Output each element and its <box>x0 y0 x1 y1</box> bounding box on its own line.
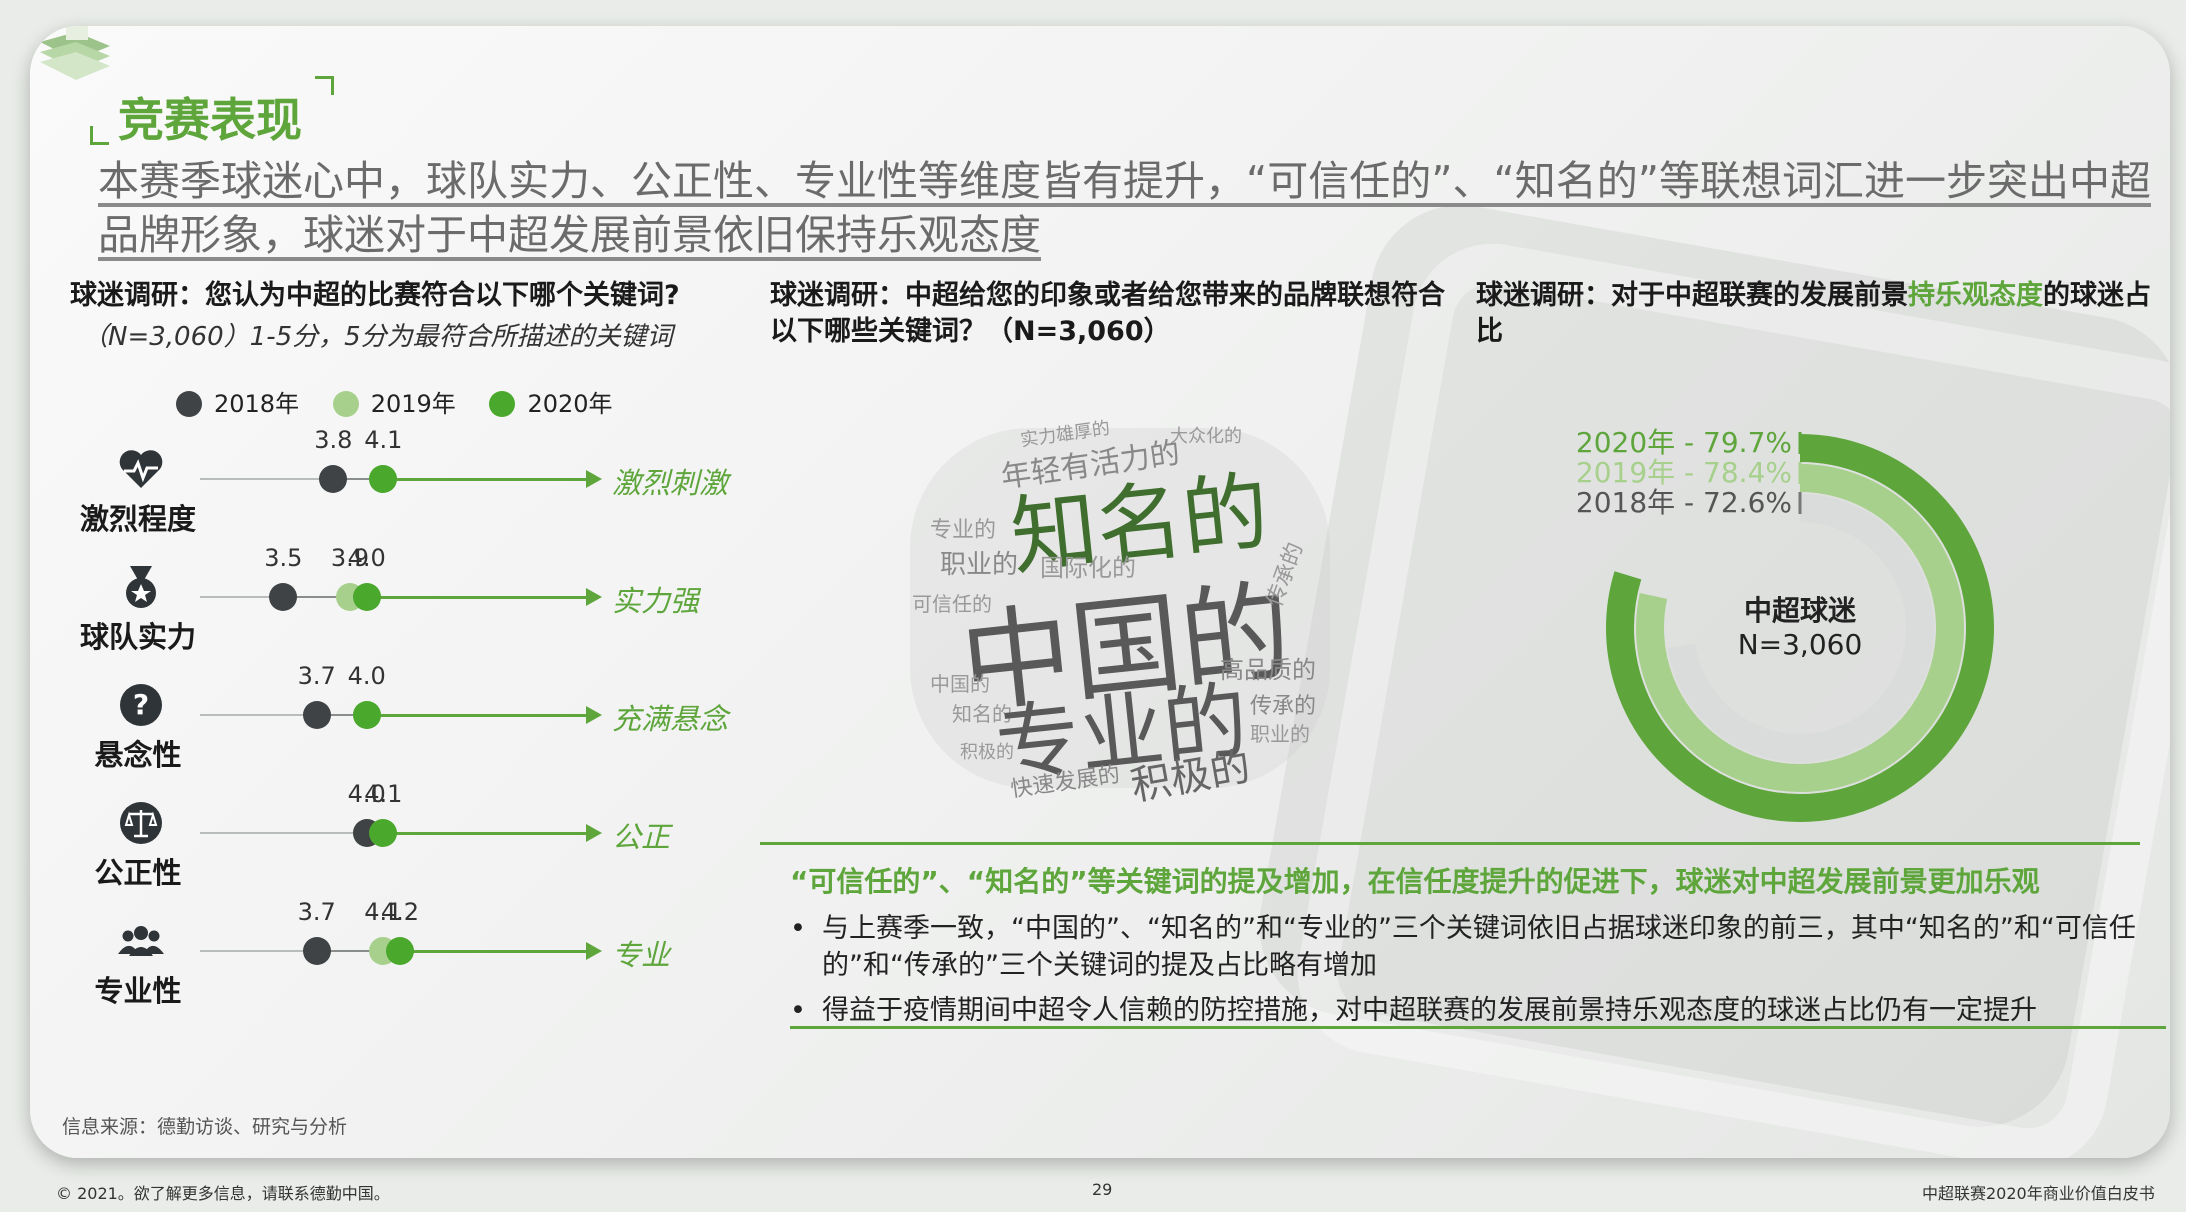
dot-2018 <box>269 583 298 611</box>
row-label: 球队实力 <box>79 620 196 654</box>
legend: 2018年 2019年 2020年 <box>176 384 639 419</box>
divider-top <box>760 842 2140 845</box>
axis-line <box>200 714 317 716</box>
word-small: 中国的 <box>930 672 990 696</box>
arrow-head-icon <box>586 706 602 724</box>
book-stack-icon <box>40 26 110 80</box>
word-small: 专业的 <box>930 518 997 543</box>
dot-2020 <box>386 937 414 965</box>
value-label: 3.8 <box>314 426 353 454</box>
arrow-head-icon <box>586 824 602 842</box>
dot-2020 <box>352 701 381 729</box>
ring-label-2019: 2019年 - 78.4% <box>1576 456 1792 489</box>
ring-center-title: 中超球迷 <box>1744 594 1857 627</box>
row-label: 公正性 <box>94 856 182 890</box>
summary-box: “可信任的”、“知名的”等关键词的提及增加，在信任度提升的促进下，球迷对中超发展… <box>790 860 2150 1029</box>
left-question-sub: （N=3,060）1-5分，5分为最符合所描述的关键词 <box>82 322 673 352</box>
arrow-line <box>383 831 586 835</box>
title-bracket-top <box>315 76 334 95</box>
dot-2018 <box>302 701 331 729</box>
value-label: 4.1 <box>364 780 403 808</box>
dot-2020 <box>352 583 381 611</box>
value-label: 4.0 <box>347 662 386 690</box>
value-label: 3.5 <box>264 544 303 572</box>
legend-item-2019: 2019年 <box>332 390 456 418</box>
value-label: 4.2 <box>380 898 420 926</box>
footer-copyright: © 2021。欲了解更多信息，请联系德勤中国。 <box>56 1184 390 1203</box>
source-note: 信息来源：德勤访谈、研究与分析 <box>62 1116 348 1138</box>
arrow-head-icon <box>586 588 602 606</box>
bullet-1: • 与上赛季一致，“中国的”、“知名的”和“专业的”三个关键词依旧占据球迷印象的前… <box>790 910 2150 984</box>
svg-text:?: ? <box>133 688 149 721</box>
bullet-1-text: 与上赛季一致，“中国的”、“知名的”和“专业的”三个关键词依旧占据球迷印象的前三… <box>822 913 2136 981</box>
right-question-highlight: 持乐观态度 <box>1908 280 2043 311</box>
row-description: 专业 <box>612 938 671 972</box>
arrow-head-icon <box>586 942 602 960</box>
arrow-line <box>400 949 586 953</box>
middle-question: 球迷调研：中超给您的印象或者给您带来的品牌联想符合以下哪些关键词？（N=3,06… <box>770 280 1445 347</box>
heartbeat-icon <box>116 444 166 494</box>
arrow-line <box>366 713 586 717</box>
value-label: 3.7 <box>297 662 336 690</box>
footer-doc-title: 中超联赛2020年商业价值白皮书 <box>1922 1184 2155 1203</box>
value-label: 3.7 <box>297 898 336 926</box>
medal-icon <box>116 562 166 612</box>
right-question-text: 球迷调研：对于中超联赛的发展前景 <box>1476 280 1908 311</box>
row-description: 充满悬念 <box>612 702 729 736</box>
footer-page-number: 29 <box>1092 1180 1113 1199</box>
word-medium: 传承的 <box>1250 694 1317 719</box>
bullet-2-text: 得益于疫情期间中超令人信赖的防控措施，对中超联赛的发展前景持乐观态度的球迷占比仍… <box>822 995 2037 1026</box>
axis-line <box>200 478 334 480</box>
row-description: 激烈刺激 <box>612 466 729 500</box>
ring-chart: 2020年 - 79.7% 2019年 - 78.4% 2018年 - 72.6… <box>1576 426 1994 822</box>
dot-2020 <box>369 465 398 493</box>
summary-highlight: “可信任的”、“知名的”等关键词的提及增加，在信任度提升的促进下，球迷对中超发展… <box>790 865 2040 898</box>
arrow-head-icon <box>586 470 602 488</box>
dot-2018 <box>319 465 348 493</box>
legend-item-2020: 2020年 <box>489 390 613 418</box>
axis-line <box>200 832 367 834</box>
title-bracket-bottom <box>90 126 109 145</box>
row-description: 实力强 <box>612 584 700 618</box>
people-icon <box>116 916 166 966</box>
axis-line <box>200 950 317 952</box>
word-cloud: 实力雄厚的 大众化的 年轻有活力的 知名的 专业的 职业的 国际化的 可信任的 … <box>870 398 1370 818</box>
arrow-line <box>366 595 586 599</box>
value-label: 4.0 <box>347 544 386 572</box>
dot-2018 <box>302 937 331 965</box>
dot-2020 <box>369 819 398 847</box>
row-label: 专业性 <box>94 974 182 1008</box>
row-label: 激烈程度 <box>79 502 196 536</box>
value-label: 4.1 <box>364 426 403 454</box>
row-label: 悬念性 <box>94 738 182 772</box>
word-small: 积极的 <box>960 742 1014 763</box>
legend-item-2018: 2018年 <box>176 390 299 418</box>
headline: 本赛季球迷心中，球队实力、公正性、专业性等维度皆有提升，“可信任的”、“知名的”… <box>98 157 2151 259</box>
slide-card: 竞赛表现 本赛季球迷心中，球队实力、公正性、专业性等维度皆有提升，“可信任的”、… <box>30 26 2170 1158</box>
right-question: 球迷调研：对于中超联赛的发展前景持乐观态度的球迷占比 <box>1476 278 2166 350</box>
bullet-2: • 得益于疫情期间中超令人信赖的防控措施，对中超联赛的发展前景持乐观态度的球迷占比… <box>790 992 2150 1029</box>
page-title: 竞赛表现 <box>118 93 302 147</box>
arrow-line <box>383 477 586 481</box>
word-small: 职业的 <box>1250 722 1310 746</box>
left-question: 球迷调研：您认为中超的比赛符合以下哪个关键词? <box>70 280 680 311</box>
divider-bottom <box>790 1026 2166 1029</box>
ring-label-2020: 2020年 - 79.7% <box>1576 426 1792 459</box>
row-description: 公正 <box>612 820 671 854</box>
ring-center-n: N=3,060 <box>1738 628 1863 661</box>
ring-label-2018: 2018年 - 72.6% <box>1576 486 1792 519</box>
question-icon: ? <box>116 680 166 730</box>
scale-icon <box>116 798 166 848</box>
